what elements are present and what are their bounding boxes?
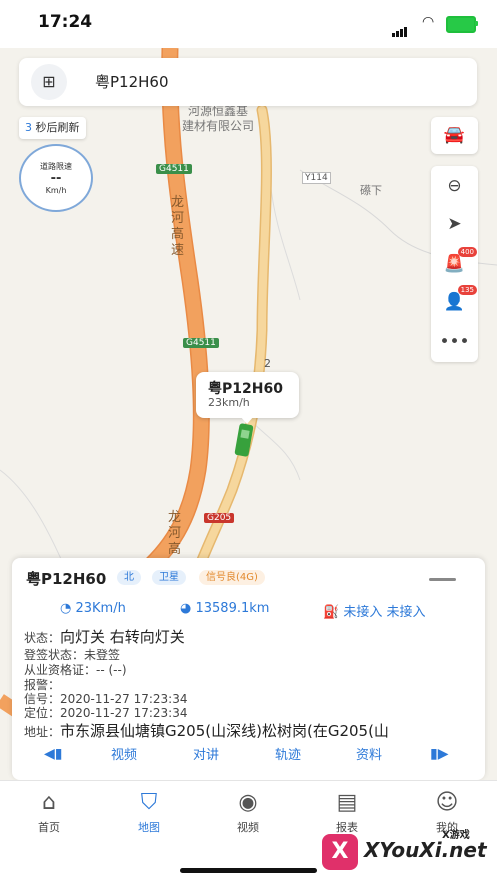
map-label-expressway: 龙 河 高 [168, 510, 182, 557]
next-arrow-icon[interactable]: ▮▶ [430, 746, 448, 762]
tag-direction: 北 [117, 570, 141, 585]
map-label-g4511: G4511 [156, 164, 192, 174]
more-icon[interactable]: ••• [431, 324, 478, 361]
card-plate: 粤P12H60 [26, 570, 107, 588]
wifi-icon: ◠ [422, 14, 435, 30]
vehicle-info-card: 粤P12H60 北 卫星 信号良(4G) ◔ 23Km/h ◕ 13589.1k… [12, 558, 485, 780]
collapse-handle[interactable] [429, 578, 456, 581]
map-icon: ⛉ [140, 790, 158, 815]
state-row: 状态：向灯关 右转向灯关 [24, 626, 185, 647]
qual-value: -- (--) [96, 663, 127, 677]
fuel-icon: ⛽ [323, 605, 340, 620]
fuel-value: 未接入 未接入 [343, 605, 426, 620]
bubble-speed: 23km/h [208, 396, 250, 409]
speed-value: 23Km/h [75, 601, 126, 616]
address-row: 地址：市东源县仙塘镇G205(山深线)松树岗(在G205(山 [24, 720, 473, 741]
report-icon: ▤ [336, 790, 358, 815]
alarm-badge: 400 [457, 247, 477, 257]
refresh-count: 3 [25, 121, 32, 134]
mileage-stat: ◕ 13589.1km [180, 601, 269, 616]
chat-more-icon[interactable]: ⊖ [431, 168, 478, 205]
watermark-text: XYouXi.net [364, 838, 487, 862]
car-icon: 🚘 [443, 125, 466, 145]
bubble-tail [240, 416, 254, 424]
map-label-g205: G205 [204, 513, 235, 523]
prev-arrow-icon[interactable]: ◀▮ [44, 746, 62, 762]
refresh-text: 秒后刷新 [35, 121, 80, 134]
track-action[interactable]: 轨迹 [275, 744, 301, 763]
map-tools-panel: ⊖ ➤ 🚨 400 👤 135 ••• [431, 166, 478, 362]
speed-limit-value: -- [50, 171, 62, 186]
location-row: 定位：2020-11-27 17:23:34 [24, 704, 187, 721]
watermark-sub: X游戏 [442, 830, 470, 841]
mileage-value: 13589.1km [195, 601, 270, 616]
tab-home[interactable]: ⌂ 首页 [19, 789, 79, 835]
traffic-button[interactable]: 🚘 [431, 117, 478, 154]
home-indicator [180, 868, 317, 873]
tab-map[interactable]: ⛉ 地图 [119, 789, 179, 835]
tab-map-label: 地图 [138, 821, 160, 834]
intercom-action[interactable]: 对讲 [193, 744, 219, 763]
qual-label: 从业资格证： [24, 663, 97, 677]
locate-icon[interactable]: ➤ [431, 206, 478, 243]
org-tree-icon[interactable]: ⊞ [31, 64, 67, 100]
home-icon: ⌂ [42, 790, 56, 815]
signal-icon [392, 18, 408, 37]
map-label-place: 礤下 [360, 184, 382, 197]
battery-icon [446, 16, 476, 33]
tab-video[interactable]: ◉ 视频 [218, 789, 278, 835]
video-action[interactable]: 视频 [111, 744, 137, 763]
address-label: 地址： [24, 725, 61, 739]
status-time: 17:24 [38, 12, 93, 32]
user-icon: ☺ [435, 790, 459, 815]
person-alarm-icon[interactable]: 👤 135 [431, 284, 478, 321]
tab-video-label: 视频 [237, 821, 259, 834]
map-label-company: 河源恒鑫基 建材有限公司 [182, 104, 255, 133]
tab-home-label: 首页 [38, 821, 60, 834]
vehicle-bubble[interactable]: 粤P12H60 23km/h [196, 372, 299, 418]
speed-limit-unit: Km/h [45, 186, 67, 195]
state-value: 向灯关 右转向灯关 [60, 628, 185, 646]
map-label-expressway: 龙 河 高 速 [171, 195, 185, 258]
search-plate: 粤P12H60 [95, 73, 169, 91]
watermark: X XYouXi.net X游戏 [322, 830, 492, 874]
refresh-countdown[interactable]: 3 秒后刷新 [19, 117, 86, 139]
signin-label: 登签状态： [24, 648, 85, 662]
location-value: 2020-11-27 17:23:34 [60, 706, 188, 720]
battery-tip-icon [475, 21, 478, 26]
map-label-g4511: G4511 [183, 338, 219, 348]
vehicle-search-bar[interactable]: ⊞ 粤P12H60 [19, 58, 477, 106]
person-badge: 135 [457, 285, 477, 295]
map-label-y114: Y114 [302, 172, 331, 184]
speedometer-icon: ◔ [60, 601, 72, 616]
gauge-icon: ◕ [180, 601, 192, 616]
camera-icon: ◉ [238, 790, 258, 815]
alarm-icon[interactable]: 🚨 400 [431, 246, 478, 283]
bubble-plate: 粤P12H60 [208, 381, 283, 397]
map-label-road: 2 [264, 357, 271, 370]
tag-position: 卫星 [152, 570, 186, 585]
address-value: 市东源县仙塘镇G205(山深线)松树岗(在G205(山 [60, 722, 389, 740]
fuel-stat: ⛽ 未接入 未接入 [323, 601, 425, 620]
speed-stat: ◔ 23Km/h [60, 601, 126, 616]
tab-report[interactable]: ▤ 报表 [317, 789, 377, 835]
action-bar: ◀▮ 视频 对讲 轨迹 资料 ▮▶ [12, 744, 485, 764]
watermark-logo: X [322, 834, 358, 870]
tag-signal: 信号良(4G) [199, 570, 265, 585]
speed-limit-gauge: 道路限速 -- Km/h [19, 144, 93, 212]
signin-value: 未登签 [84, 648, 121, 662]
state-label: 状态： [24, 631, 61, 645]
location-label: 定位： [24, 706, 61, 720]
info-action[interactable]: 资料 [356, 744, 382, 763]
